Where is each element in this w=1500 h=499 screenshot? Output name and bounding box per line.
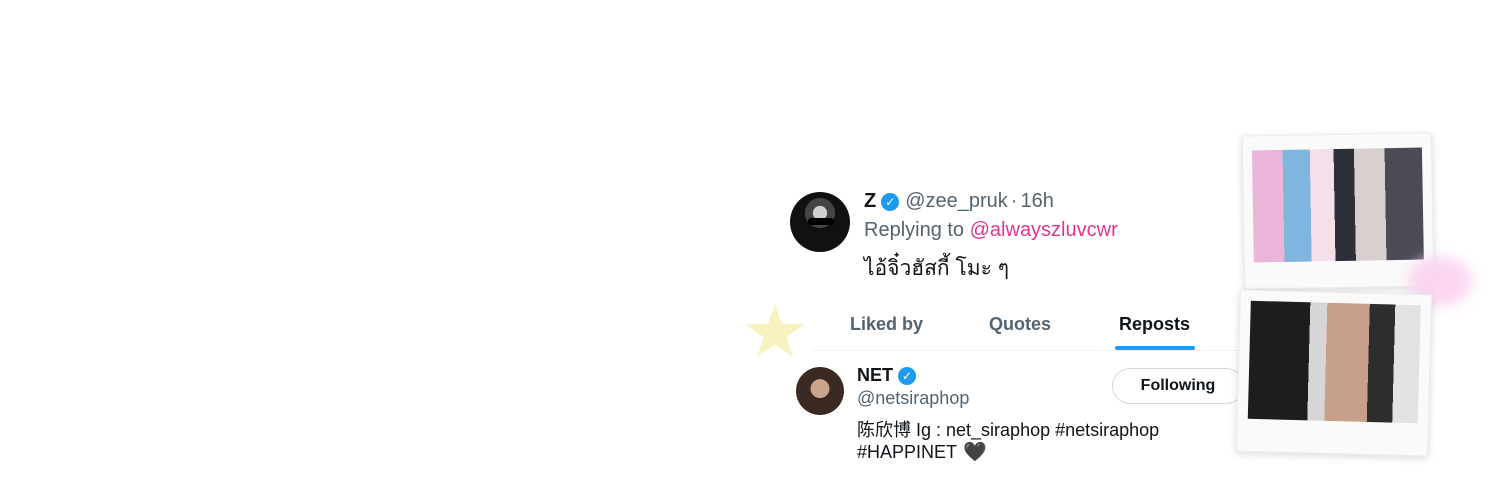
tweet-author-name[interactable]: Z	[864, 190, 876, 213]
separator-dot: ·	[1010, 190, 1018, 212]
user-avatar[interactable]	[796, 367, 844, 415]
active-tab-indicator	[1115, 346, 1195, 350]
tweet-author-avatar[interactable]	[790, 192, 850, 252]
user-list-item[interactable]: NET ✓ @netsiraphop 陈欣博 Ig : net_siraphop…	[796, 364, 1256, 474]
verified-badge-icon: ✓	[881, 192, 900, 211]
photo-image	[1247, 300, 1421, 424]
verified-badge-icon: ✓	[898, 366, 916, 385]
user-handle[interactable]: @netsiraphop	[857, 388, 969, 409]
tab-quotes[interactable]: Quotes	[989, 314, 1051, 335]
engagement-tabs: Liked by Quotes Reposts	[812, 300, 1258, 351]
replying-to-label: Replying to	[864, 219, 965, 241]
tab-liked-by[interactable]: Liked by	[850, 314, 923, 335]
bio-hashtag[interactable]: #HAPPINET	[857, 442, 957, 463]
replying-to: Replying to @alwayszluvcwr	[864, 219, 1118, 242]
tweet-text: ไอ้จิ๋วฮัสกี้ โมะ ๆ	[864, 257, 1009, 280]
user-bio-line-1: 陈欣博 Ig : net_siraphop #netsiraphop	[857, 420, 1160, 440]
polaroid-photo-2	[1235, 289, 1433, 457]
tab-reposts[interactable]: Reposts	[1119, 314, 1190, 335]
star-decoration	[745, 304, 805, 357]
user-bio-line-2: #HAPPINET 🖤	[857, 440, 987, 464]
user-header: NET ✓	[857, 365, 922, 386]
tweet-author-handle[interactable]: @zee_pruk	[905, 190, 1008, 213]
tweet-header: Z ✓ @zee_pruk · 16h	[864, 190, 1054, 213]
replying-to-mention[interactable]: @alwayszluvcwr	[970, 219, 1118, 241]
polaroid-photo-1	[1241, 132, 1435, 290]
photo-image	[1251, 147, 1424, 263]
user-name[interactable]: NET	[857, 365, 893, 386]
black-heart-icon: 🖤	[963, 442, 987, 463]
tweet-timestamp[interactable]: 16h	[1020, 190, 1053, 213]
following-button[interactable]: Following	[1112, 368, 1244, 404]
